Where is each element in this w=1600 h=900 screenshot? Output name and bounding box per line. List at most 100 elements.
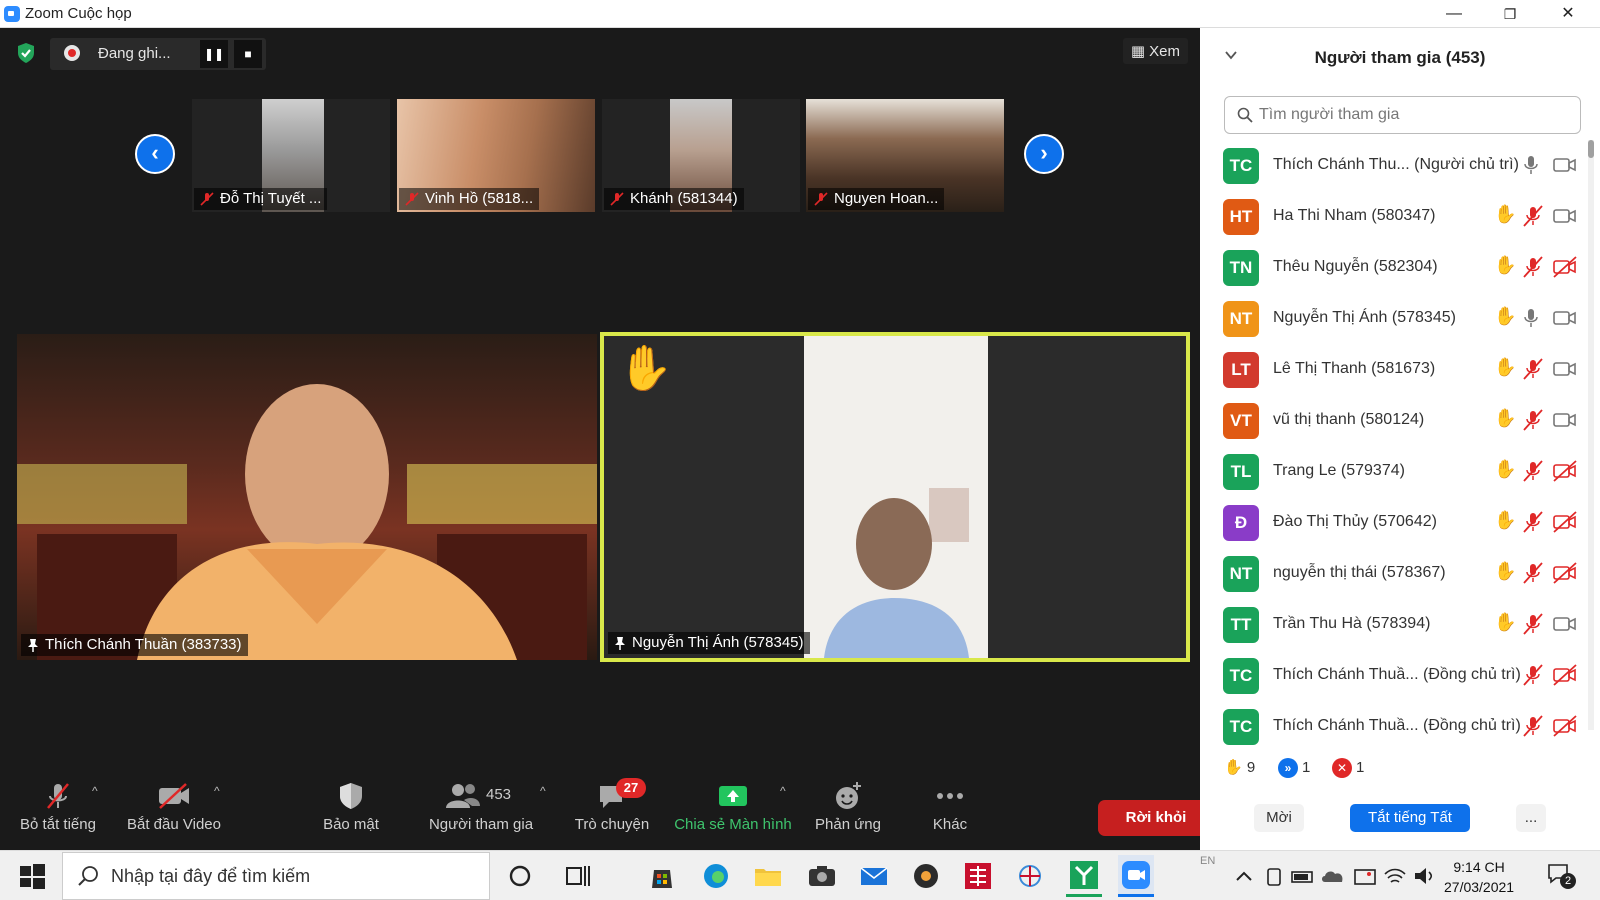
- participant-thumbnail[interactable]: Khánh (581344): [602, 99, 800, 212]
- volume-icon[interactable]: [1412, 860, 1438, 892]
- participant-row[interactable]: LT Lê Thị Thanh (581673) ✋: [1200, 345, 1592, 396]
- notification-center[interactable]: 2: [1546, 861, 1576, 891]
- raised-hands-count: 9: [1246, 759, 1256, 776]
- participant-thumbnail[interactable]: Nguyen Hoan...: [806, 99, 1004, 212]
- video-camera-icon[interactable]: [1552, 408, 1578, 432]
- video-camera-icon[interactable]: [1552, 357, 1578, 381]
- gallery-icon[interactable]: [1352, 860, 1378, 892]
- audio-options-caret[interactable]: ^: [92, 784, 98, 798]
- close-button[interactable]: ✕: [1540, 0, 1596, 28]
- search-input[interactable]: [1259, 103, 1559, 127]
- encryption-shield-icon[interactable]: [16, 42, 36, 64]
- unmute-button[interactable]: Bỏ tắt tiếng: [16, 780, 100, 850]
- participant-row[interactable]: NT nguyễn thị thái (578367) ✋: [1200, 549, 1592, 600]
- task-view-icon[interactable]: [562, 860, 594, 892]
- network-app-icon[interactable]: [1014, 860, 1046, 892]
- video-camera-icon[interactable]: [1552, 153, 1578, 177]
- cortana-icon[interactable]: [504, 860, 536, 892]
- restore-button[interactable]: ❐: [1482, 0, 1538, 28]
- mail-icon[interactable]: [858, 860, 890, 892]
- store-icon[interactable]: [646, 860, 678, 892]
- file-explorer-icon[interactable]: [752, 860, 784, 892]
- zoom-taskbar-icon[interactable]: [1120, 859, 1152, 891]
- muted-mic-icon[interactable]: [1522, 510, 1544, 534]
- video-tile-left[interactable]: Thích Chánh Thuần (383733): [17, 334, 597, 660]
- mute-all-button[interactable]: Tắt tiếng Tất cả: [1350, 804, 1470, 854]
- participant-row[interactable]: VT vũ thị thanh (580124) ✋: [1200, 396, 1592, 447]
- muted-mic-icon[interactable]: [1522, 408, 1544, 432]
- start-video-button[interactable]: Bắt đầu Video: [124, 780, 224, 850]
- muted-mic-icon[interactable]: [1522, 459, 1544, 483]
- video-camera-icon[interactable]: [1552, 612, 1578, 636]
- participant-row[interactable]: NT Nguyễn Thị Ánh (578345) ✋: [1200, 294, 1592, 345]
- participant-row[interactable]: TN Thêu Nguyễn (582304) ✋: [1200, 243, 1592, 294]
- onedrive-cloud-icon[interactable]: [1320, 860, 1346, 892]
- muted-mic-icon[interactable]: [1522, 255, 1544, 279]
- video-camera-icon[interactable]: [1552, 204, 1578, 228]
- participant-row[interactable]: TT Trần Thu Hà (578394) ✋: [1200, 600, 1592, 651]
- chevron-up-icon[interactable]: [1234, 860, 1254, 892]
- chat-button[interactable]: 27 Trò chuyện: [572, 778, 652, 850]
- participants-options-caret[interactable]: ^: [540, 784, 546, 798]
- reactions-button[interactable]: Phản ứng: [810, 780, 886, 850]
- edge-browser-icon[interactable]: [700, 860, 732, 892]
- invite-button[interactable]: Mời: [1254, 804, 1304, 832]
- participant-row[interactable]: TL Trang Le (579374) ✋: [1200, 447, 1592, 498]
- participant-thumbnail[interactable]: Vinh Hồ (5818...: [397, 99, 595, 212]
- muted-mic-icon[interactable]: [1522, 357, 1544, 381]
- wifi-icon[interactable]: [1382, 860, 1408, 892]
- leave-meeting-button[interactable]: Rời khỏi: [1098, 800, 1214, 836]
- participant-row[interactable]: Đ Đào Thị Thủy (570642) ✋: [1200, 498, 1592, 549]
- language-indicator[interactable]: EN: [1200, 855, 1215, 867]
- video-off-icon[interactable]: [1552, 255, 1578, 279]
- mic-icon[interactable]: [1522, 306, 1540, 330]
- security-button[interactable]: Bảo mật: [316, 780, 386, 850]
- stop-recording-button[interactable]: ■: [234, 40, 262, 68]
- view-button[interactable]: ▦ Xem: [1122, 38, 1188, 64]
- participant-row[interactable]: TC Thích Chánh Thuầ... (Đồng chủ trì): [1200, 651, 1592, 702]
- tree-app-icon[interactable]: [1068, 859, 1100, 891]
- scrollbar-thumb[interactable]: [1588, 140, 1594, 158]
- more-button[interactable]: Khác: [920, 780, 980, 850]
- pause-recording-button[interactable]: ❚❚: [200, 40, 228, 68]
- muted-mic-icon[interactable]: [1522, 714, 1544, 738]
- video-off-icon[interactable]: [1552, 561, 1578, 585]
- participant-search[interactable]: [1224, 96, 1581, 134]
- muted-mic-icon[interactable]: [1522, 204, 1544, 228]
- avatar: NT: [1223, 301, 1259, 337]
- participant-row[interactable]: TC Thích Chánh Thu... (Người chủ trì): [1200, 141, 1592, 192]
- more-label: Khác: [932, 816, 968, 833]
- next-page-button[interactable]: ›: [1024, 134, 1064, 174]
- muted-mic-icon[interactable]: [1522, 663, 1544, 687]
- video-off-icon[interactable]: [1552, 459, 1578, 483]
- avatar: TT: [1223, 607, 1259, 643]
- media-player-icon[interactable]: [910, 860, 942, 892]
- mic-icon[interactable]: [1522, 153, 1540, 177]
- video-camera-icon[interactable]: [1552, 306, 1578, 330]
- muted-mic-icon[interactable]: [1522, 561, 1544, 585]
- share-options-caret[interactable]: ^: [780, 784, 786, 798]
- video-tile-right[interactable]: ✋ Nguyễn Thị Ánh (578345): [600, 332, 1190, 662]
- taskbar-search[interactable]: Nhập tại đây để tìm kiếm: [62, 852, 490, 900]
- participants-button[interactable]: 453 Người tham gia: [424, 780, 538, 850]
- participant-row[interactable]: TC Thích Chánh Thuầ... (Đồng chủ trì): [1200, 702, 1592, 753]
- phone-link-icon[interactable]: [1262, 860, 1286, 892]
- participant-row[interactable]: HT Ha Thi Nham (580347) ✋: [1200, 192, 1592, 243]
- share-screen-button[interactable]: Chia sẻ Màn hình: [670, 780, 796, 850]
- window-title: Zoom Cuộc họp: [25, 5, 132, 22]
- battery-icon[interactable]: [1290, 860, 1316, 892]
- dictionary-app-icon[interactable]: [962, 860, 994, 892]
- participant-thumbnail[interactable]: Đỗ Thị Tuyết ...: [192, 99, 390, 212]
- clock[interactable]: 9:14 CH 27/03/2021: [1444, 857, 1514, 897]
- minimize-button[interactable]: —: [1426, 0, 1482, 28]
- camera-app-icon[interactable]: [806, 860, 838, 892]
- video-off-icon[interactable]: [1552, 510, 1578, 534]
- prev-page-button[interactable]: ‹: [135, 134, 175, 174]
- muted-mic-icon[interactable]: [1522, 612, 1544, 636]
- windows-start-icon[interactable]: [16, 860, 48, 892]
- panel-more-button[interactable]: ...: [1516, 804, 1546, 832]
- video-off-icon[interactable]: [1552, 663, 1578, 687]
- participant-list-scrollbar[interactable]: [1588, 140, 1594, 730]
- video-off-icon[interactable]: [1552, 714, 1578, 738]
- video-options-caret[interactable]: ^: [214, 784, 220, 798]
